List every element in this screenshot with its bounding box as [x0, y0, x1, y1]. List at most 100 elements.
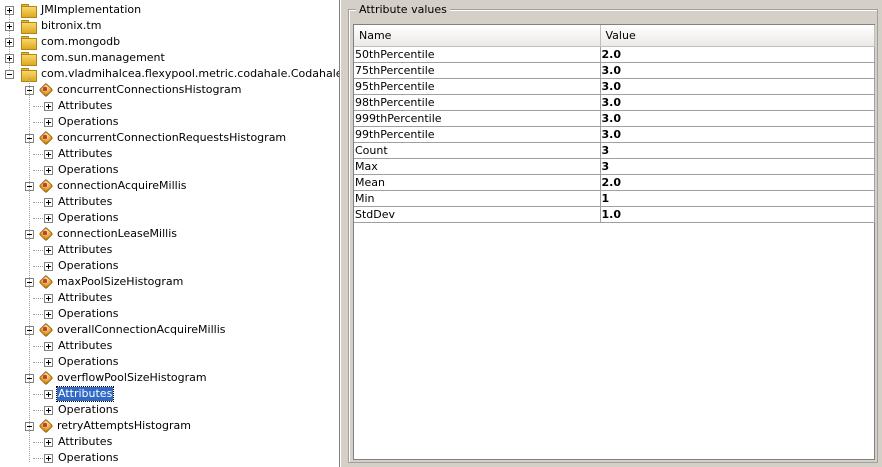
- table-row[interactable]: 50thPercentile 2.0: [354, 46, 875, 63]
- expand-icon[interactable]: [44, 245, 53, 255]
- tree-node-operations[interactable]: Operations: [44, 402, 119, 418]
- expand-icon[interactable]: [44, 101, 53, 111]
- expand-icon[interactable]: [5, 21, 14, 31]
- tree-node-label: Attributes: [55, 386, 115, 402]
- mbean-icon: [38, 227, 52, 241]
- tree-node-mbean[interactable]: overallConnectionAcquireMillis: [25, 322, 227, 338]
- tree-node-label: retryAttemptsHistogram: [57, 419, 191, 432]
- expand-icon[interactable]: [44, 293, 53, 303]
- expand-icon[interactable]: [44, 309, 53, 319]
- expand-icon[interactable]: [44, 389, 53, 399]
- attribute-value-cell[interactable]: 3: [600, 142, 875, 159]
- expand-icon[interactable]: [5, 53, 14, 63]
- tree-node-mbean[interactable]: retryAttemptsHistogram: [25, 418, 192, 434]
- attribute-value-cell[interactable]: 3.0: [600, 126, 875, 143]
- tree-node-label: com.sun.management: [41, 51, 165, 64]
- expand-icon[interactable]: [44, 213, 53, 223]
- mbean-tree[interactable]: JMImplementation bitronix.tm com.mongodb co…: [0, 0, 340, 467]
- tree-node-operations[interactable]: Operations: [44, 162, 119, 178]
- mbean-icon: [38, 83, 52, 97]
- tree-node-label: bitronix.tm: [41, 19, 102, 32]
- expand-icon[interactable]: [5, 37, 14, 47]
- attribute-value-cell[interactable]: 3.0: [600, 62, 875, 79]
- column-header-value[interactable]: Value: [600, 25, 875, 47]
- attribute-name-cell: Min: [354, 190, 601, 207]
- attribute-value-cell[interactable]: 1.0: [600, 206, 875, 223]
- tree-node-operations[interactable]: Operations: [44, 306, 119, 322]
- table-row[interactable]: Mean 2.0: [354, 174, 875, 191]
- expand-icon[interactable]: [44, 197, 53, 207]
- expand-icon[interactable]: [44, 453, 53, 463]
- tree-node-attributes[interactable]: Attributes: [44, 146, 113, 162]
- table-row[interactable]: Max 3: [354, 158, 875, 175]
- table-row[interactable]: 75thPercentile 3.0: [354, 62, 875, 79]
- tree-node-label: Operations: [58, 211, 119, 224]
- tree-node-operations[interactable]: Operations: [44, 114, 119, 130]
- tree-node-attributes[interactable]: Attributes: [44, 194, 113, 210]
- attribute-value-cell[interactable]: 1: [600, 190, 875, 207]
- tree-node-label: Attributes: [58, 435, 113, 448]
- collapse-icon[interactable]: [5, 69, 14, 79]
- tree-node-attributes[interactable]: Attributes: [44, 98, 113, 114]
- attribute-panel: Attribute values Name Value 50thPercenti…: [344, 0, 882, 467]
- attribute-value-cell[interactable]: 2.0: [600, 174, 875, 191]
- expand-icon[interactable]: [44, 437, 53, 447]
- expand-icon[interactable]: [44, 117, 53, 127]
- tree-node-label: overflowPoolSizeHistogram: [57, 371, 207, 384]
- attribute-name-cell: 999thPercentile: [354, 110, 601, 127]
- tree-node-operations[interactable]: Operations: [44, 450, 119, 466]
- tree-node-domain[interactable]: bitronix.tm: [5, 18, 102, 34]
- table-row[interactable]: 999thPercentile 3.0: [354, 110, 875, 127]
- expand-icon[interactable]: [5, 5, 14, 15]
- tree-node-attributes[interactable]: Attributes: [44, 290, 113, 306]
- folder-icon: [20, 51, 37, 66]
- tree-node-mbean[interactable]: concurrentConnectionRequestsHistogram: [25, 130, 287, 146]
- attribute-values-group: Attribute values Name Value 50thPercenti…: [348, 3, 878, 463]
- tree-node-operations[interactable]: Operations: [44, 210, 119, 226]
- folder-icon: [20, 19, 37, 34]
- column-header-name[interactable]: Name: [354, 25, 601, 47]
- expand-icon[interactable]: [44, 261, 53, 271]
- attribute-table-area: Name Value 50thPercentile 2.0 75thPercenti…: [353, 24, 875, 460]
- attribute-value-cell[interactable]: 2.0: [600, 46, 875, 63]
- table-row[interactable]: Count 3: [354, 142, 875, 159]
- tree-node-label: Operations: [58, 163, 119, 176]
- tree-connector: [29, 78, 30, 462]
- tree-node-mbean[interactable]: connectionLeaseMillis: [25, 226, 178, 242]
- table-row[interactable]: 98thPercentile 3.0: [354, 94, 875, 111]
- tree-node-domain[interactable]: com.vladmihalcea.flexypool.metric.codaha…: [5, 66, 340, 82]
- expand-icon[interactable]: [44, 357, 53, 367]
- expand-icon[interactable]: [44, 405, 53, 415]
- tree-node-domain[interactable]: com.mongodb: [5, 34, 121, 50]
- tree-node-domain[interactable]: JMImplementation: [5, 2, 142, 18]
- attribute-value-cell[interactable]: 3: [600, 158, 875, 175]
- tree-node-operations[interactable]: Operations: [44, 354, 119, 370]
- tree-node-attributes[interactable]: Attributes: [44, 338, 113, 354]
- expand-icon[interactable]: [44, 165, 53, 175]
- expand-icon[interactable]: [44, 149, 53, 159]
- expand-icon[interactable]: [44, 341, 53, 351]
- attribute-value-cell[interactable]: 3.0: [600, 110, 875, 127]
- folder-icon: [20, 67, 37, 82]
- tree-node-mbean[interactable]: concurrentConnectionsHistogram: [25, 82, 242, 98]
- tree-node-mbean[interactable]: overflowPoolSizeHistogram: [25, 370, 208, 386]
- tree-node-attributes[interactable]: Attributes: [44, 434, 113, 450]
- tree-node-label: concurrentConnectionsHistogram: [57, 83, 242, 96]
- tree-node-label: concurrentConnectionRequestsHistogram: [57, 131, 287, 144]
- attribute-value-cell[interactable]: 3.0: [600, 78, 875, 95]
- tree-node-attributes[interactable]: Attributes: [44, 242, 113, 258]
- tree-connector: [33, 458, 43, 459]
- tree-node-attributes[interactable]: Attributes: [44, 386, 115, 402]
- tree-node-mbean[interactable]: connectionAcquireMillis: [25, 178, 188, 194]
- table-row[interactable]: Min 1: [354, 190, 875, 207]
- table-row[interactable]: StdDev 1.0: [354, 206, 875, 223]
- table-row[interactable]: 99thPercentile 3.0: [354, 126, 875, 143]
- tree-node-label: com.vladmihalcea.flexypool.metric.codaha…: [41, 67, 340, 80]
- table-row[interactable]: 95thPercentile 3.0: [354, 78, 875, 95]
- tree-node-operations[interactable]: Operations: [44, 258, 119, 274]
- tree-connector: [33, 266, 43, 267]
- attribute-value-cell[interactable]: 3.0: [600, 94, 875, 111]
- tree-node-domain[interactable]: com.sun.management: [5, 50, 166, 66]
- mbean-icon: [38, 179, 52, 193]
- tree-node-mbean[interactable]: maxPoolSizeHistogram: [25, 274, 184, 290]
